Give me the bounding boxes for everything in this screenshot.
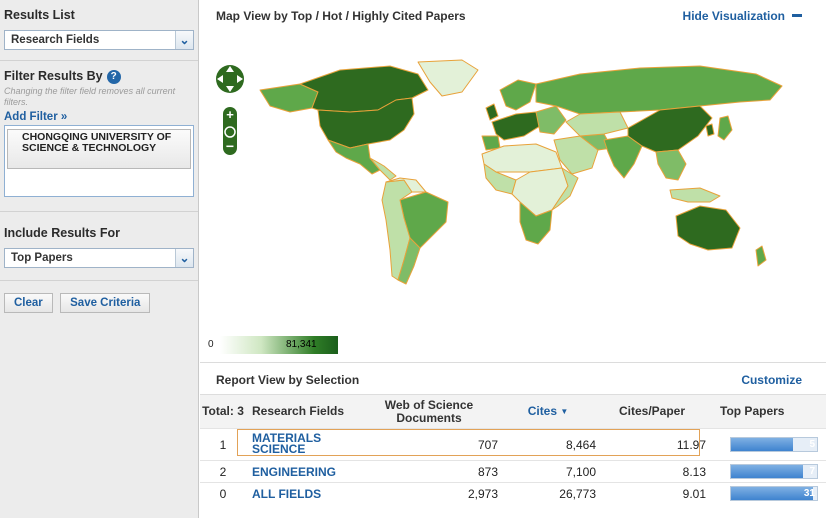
- top-papers-bar-fill: [731, 487, 813, 501]
- top-papers-value: 31: [803, 488, 815, 500]
- cites-cell: 7,100: [500, 460, 598, 483]
- field-cell: ENGINEERING: [246, 460, 360, 483]
- button-row: Clear Save Criteria: [0, 281, 198, 325]
- top-papers-value: 5: [809, 439, 815, 450]
- row-number: 0: [200, 482, 246, 505]
- docs-cell: 707: [360, 428, 500, 461]
- top-papers-value: 7: [809, 466, 815, 477]
- map-region-australia: [675, 205, 741, 251]
- report-title: Report View by Selection: [216, 373, 360, 387]
- sidebar: Results List Research Fields ⌄ Filter Re…: [0, 0, 199, 518]
- filter-box[interactable]: CHONGQING UNIVERSITY OF SCIENCE & TECHNO…: [4, 125, 194, 197]
- results-list-value: Research Fields: [11, 34, 100, 46]
- table-header-row: Total: 3 Research Fields Web of Science …: [200, 394, 826, 429]
- results-list-select[interactable]: Research Fields ⌄: [4, 30, 194, 50]
- field-cell: MATERIALS SCIENCE: [246, 428, 360, 461]
- include-select[interactable]: Top Papers ⌄: [4, 248, 194, 268]
- map-region-japan: [717, 115, 733, 141]
- map-region-china: [627, 105, 713, 153]
- top-papers-bar-fill: [731, 438, 793, 451]
- add-filter-link[interactable]: Add Filter »: [4, 111, 67, 123]
- table-row: 0 ALL FIELDS 2,973 26,773 9.01 31: [200, 482, 826, 505]
- top-papers-cell: 5: [708, 428, 826, 461]
- cites-per-paper-header[interactable]: Cites/Paper: [598, 394, 708, 429]
- results-list-section: Results List Research Fields ⌄: [0, 0, 198, 61]
- top-papers-bar[interactable]: 31: [730, 486, 818, 502]
- row-number: 2: [200, 460, 246, 483]
- results-list-title: Results List: [4, 8, 75, 22]
- map-region-russia: [535, 65, 783, 115]
- top-papers-header[interactable]: Top Papers: [708, 394, 826, 429]
- top-papers-cell: 7: [708, 460, 826, 483]
- pan-control[interactable]: [216, 65, 244, 93]
- cites-cell: 26,773: [500, 482, 598, 505]
- main-panel: Map View by Top / Hot / Highly Cited Pap…: [200, 0, 826, 518]
- map-region-iberia: [481, 135, 501, 151]
- include-title: Include Results For: [4, 226, 120, 240]
- cites-cell: 8,464: [500, 428, 598, 461]
- top-papers-bar-fill: [731, 465, 804, 478]
- total-header: Total: 3: [200, 394, 246, 429]
- row-number: 1: [200, 428, 246, 461]
- map-region-scandinavia: [499, 79, 537, 111]
- save-criteria-button[interactable]: Save Criteria: [60, 293, 151, 313]
- filter-section: Filter Results By? Changing the filter f…: [0, 61, 198, 212]
- map-title: Map View by Top / Hot / Highly Cited Pap…: [216, 9, 466, 23]
- legend-min: 0: [208, 339, 214, 350]
- filter-title-text: Filter Results By: [4, 69, 103, 83]
- map-region-se-asia: [655, 149, 687, 181]
- legend-max: 81,341: [286, 339, 317, 350]
- filter-title: Filter Results By?: [4, 69, 194, 84]
- filter-chip[interactable]: CHONGQING UNIVERSITY OF SCIENCE & TECHNO…: [7, 129, 191, 169]
- map-region-korea: [705, 123, 715, 137]
- top-papers-cell: 31: [708, 482, 826, 505]
- cites-per-paper-cell: 11.97: [598, 428, 708, 461]
- sort-desc-icon: ▼: [560, 407, 569, 416]
- map-region-indonesia: [669, 187, 721, 203]
- customize-link[interactable]: Customize: [741, 373, 802, 387]
- map-zoom-control[interactable]: + −: [214, 57, 246, 157]
- docs-cell: 2,973: [360, 482, 500, 505]
- cites-per-paper-cell: 9.01: [598, 482, 708, 505]
- field-link[interactable]: ENGINEERING: [252, 466, 336, 478]
- field-link[interactable]: ALL FIELDS: [252, 488, 321, 500]
- table-row: 2 ENGINEERING 873 7,100 8.13 7: [200, 460, 826, 483]
- field-cell: ALL FIELDS: [246, 482, 360, 505]
- map-header: Map View by Top / Hot / Highly Cited Pap…: [200, 0, 826, 34]
- docs-header[interactable]: Web of Science Documents: [360, 394, 500, 429]
- filter-hint: Changing the filter field removes all cu…: [4, 86, 176, 107]
- map-region-new-zealand: [755, 245, 767, 267]
- field-link[interactable]: MATERIALS SCIENCE: [252, 432, 332, 455]
- map-legend: 0 81,341: [208, 336, 338, 354]
- top-papers-bar[interactable]: 7: [730, 464, 818, 479]
- hide-visualization-label: Hide Visualization: [682, 9, 785, 23]
- report-header: Report View by Selection Customize: [200, 362, 826, 392]
- map-region-central-asia: [565, 111, 629, 137]
- map-region-western-europe: [491, 111, 541, 141]
- top-papers-bar[interactable]: 5: [730, 437, 818, 452]
- cites-header[interactable]: Cites ▼: [500, 394, 598, 429]
- field-header[interactable]: Research Fields: [246, 394, 360, 429]
- cites-header-label: Cites: [527, 404, 558, 418]
- help-icon[interactable]: ?: [106, 70, 121, 84]
- chevron-down-icon[interactable]: ⌄: [175, 31, 193, 49]
- map-region-uk: [485, 103, 499, 121]
- docs-cell: 873: [360, 460, 500, 483]
- map-region-eastern-europe: [535, 105, 567, 135]
- table-row: 1 MATERIALS SCIENCE 707 8,464 11.97 5: [200, 428, 826, 461]
- chevron-down-icon[interactable]: ⌄: [175, 249, 193, 267]
- legend-gradient: [220, 336, 338, 354]
- cites-per-paper-cell: 8.13: [598, 460, 708, 483]
- collapse-icon: [792, 14, 802, 17]
- hide-visualization-link[interactable]: Hide Visualization: [683, 9, 802, 23]
- zoom-in-icon[interactable]: +: [226, 107, 234, 122]
- report-table: Total: 3 Research Fields Web of Science …: [200, 394, 826, 505]
- include-value: Top Papers: [11, 252, 73, 264]
- include-section: Include Results For Top Papers ⌄: [0, 212, 198, 281]
- zoom-out-icon[interactable]: −: [226, 138, 234, 154]
- world-map[interactable]: [200, 40, 826, 358]
- clear-button[interactable]: Clear: [4, 293, 53, 313]
